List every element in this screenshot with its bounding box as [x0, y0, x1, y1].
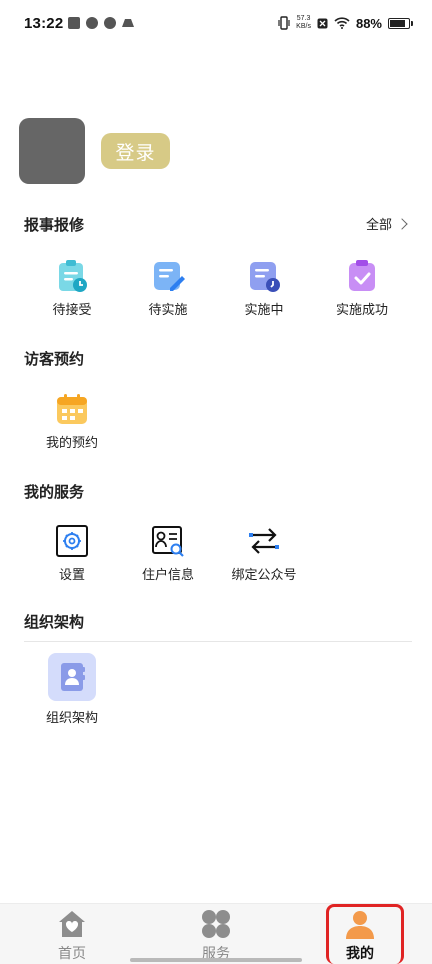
battery-icon: [388, 17, 413, 29]
login-button[interactable]: 登录: [101, 133, 170, 169]
settings-gear-icon: [56, 525, 88, 557]
repair-item-label: 实施成功: [335, 302, 388, 317]
repair-item-label: 待接受: [52, 302, 92, 317]
repair-item-label: 实施中: [244, 302, 284, 317]
app-notification-icon: [68, 17, 80, 29]
service-item-label: 设置: [58, 567, 85, 582]
vibrate-icon: [278, 16, 290, 30]
sim-off-icon: [317, 18, 328, 28]
avatar[interactable]: [19, 118, 85, 184]
home-indicator[interactable]: [130, 958, 302, 962]
net-speed-value: 57.3: [296, 15, 311, 22]
section-divider: [24, 641, 412, 642]
battery-percent: 88%: [355, 15, 382, 31]
clipboard-pending-icon: [59, 260, 87, 292]
calendar-icon: [57, 394, 87, 424]
view-all-link[interactable]: 全部: [365, 214, 408, 233]
section-title-visitor: 访客预约: [24, 351, 85, 368]
section-title-services: 我的服务: [24, 484, 85, 501]
app-notification-icon: [86, 17, 98, 29]
service-item-resident-info[interactable]: 住户信息: [120, 524, 216, 583]
clipboard-check-icon: [349, 260, 375, 291]
repair-item-label: 待实施: [148, 302, 188, 317]
org-item-structure[interactable]: 组织架构: [24, 653, 120, 726]
repair-item-pending-accept[interactable]: 待接受: [24, 259, 120, 318]
section-title-repair: 报事报修: [24, 217, 85, 234]
status-bar: 13:22 57.3 KB/s 88%: [0, 0, 432, 52]
bind-swap-icon: [249, 528, 279, 554]
contact-book-icon: [48, 653, 96, 701]
active-tab-highlight: [326, 904, 404, 964]
tab-home[interactable]: 首页: [22, 904, 122, 964]
net-speed: 57.3 KB/s: [296, 15, 311, 31]
wechat-icon: [104, 17, 116, 29]
wifi-icon: [334, 17, 350, 29]
notification-icons: [68, 17, 134, 29]
tab-services[interactable]: 服务: [166, 904, 266, 964]
service-item-label: 绑定公众号: [231, 567, 297, 582]
repair-item-in-progress[interactable]: 实施中: [216, 259, 312, 318]
org-item-label: 组织架构: [45, 710, 98, 725]
service-item-bind-account[interactable]: 绑定公众号: [216, 524, 312, 583]
chevron-right-icon: [396, 217, 408, 230]
status-right: 57.3 KB/s 88%: [278, 15, 413, 31]
service-item-label: 住户信息: [141, 567, 194, 582]
visitor-item-label: 我的预约: [45, 435, 98, 450]
visitor-item-my-booking[interactable]: 我的预约: [24, 392, 120, 451]
document-progress-icon: [250, 262, 280, 292]
document-edit-icon: [154, 262, 185, 291]
status-time: 13:22: [24, 15, 64, 32]
grid-clover-icon: [202, 910, 230, 938]
crown-icon: [122, 19, 134, 27]
view-all-label: 全部: [365, 217, 392, 232]
repair-item-completed[interactable]: 实施成功: [314, 259, 410, 318]
tab-label: 首页: [58, 945, 86, 961]
section-title-org: 组织架构: [24, 614, 85, 631]
service-item-settings[interactable]: 设置: [24, 524, 120, 583]
resident-info-icon: [152, 526, 184, 557]
home-icon: [59, 911, 85, 937]
net-speed-unit: KB/s: [296, 23, 311, 30]
repair-item-pending-work[interactable]: 待实施: [120, 259, 216, 318]
battery-fill: [390, 19, 405, 27]
